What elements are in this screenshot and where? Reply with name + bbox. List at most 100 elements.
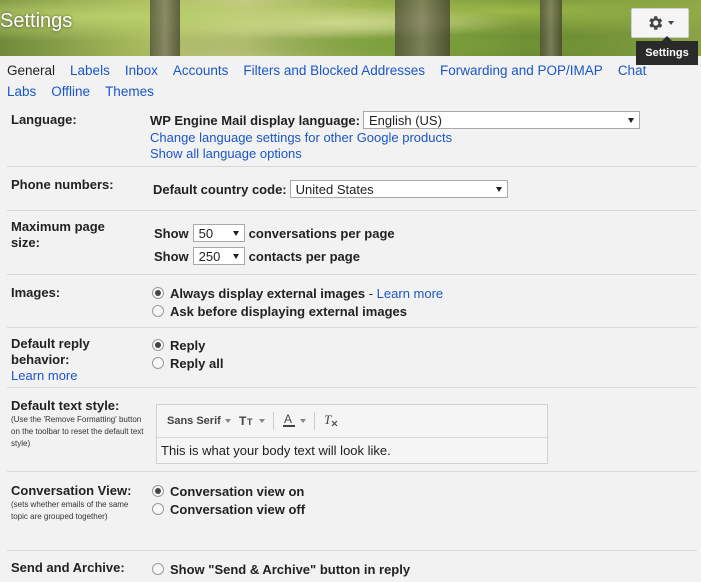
send-archive-content: Show "Send & Archive" button in reply xyxy=(152,560,410,578)
reply-all-option[interactable]: Reply all xyxy=(152,354,223,372)
ask-before-images-option[interactable]: Ask before displaying external images xyxy=(152,302,443,320)
reply-content: Reply Reply all xyxy=(152,336,223,372)
svg-text:T: T xyxy=(247,417,253,426)
tab-themes[interactable]: Themes xyxy=(105,84,154,99)
conversation-view-note: (sets whether emails of the same topic a… xyxy=(11,500,129,521)
page-size-label-line1: Maximum page xyxy=(11,219,105,234)
page-size-label-line2: size: xyxy=(11,235,40,250)
images-learn-more-link[interactable]: Learn more xyxy=(377,286,443,301)
conversation-content: Conversation view on Conversation view o… xyxy=(152,482,305,518)
language-select-value: English (US) xyxy=(368,112,442,128)
background-tree-trunk xyxy=(395,0,450,56)
conversation-view-off-option[interactable]: Conversation view off xyxy=(152,500,305,518)
toolbar-divider xyxy=(313,412,315,430)
formatting-toolbar: Sans Serif TT A T xyxy=(157,405,547,438)
font-size-icon: TT xyxy=(239,414,255,429)
reply-label-line1: Default reply xyxy=(11,336,90,351)
page-size-content: Show 50 conversations per page Show 250 … xyxy=(154,222,395,267)
tab-row-1: General Labels Inbox Accounts Filters an… xyxy=(7,60,701,81)
show-send-archive-option[interactable]: Show "Send & Archive" button in reply xyxy=(152,560,410,578)
font-family-dropdown[interactable]: Sans Serif xyxy=(167,415,231,427)
text-style-label: Default text style: xyxy=(11,398,120,413)
separator-dash: - xyxy=(365,285,377,301)
country-code-text: Default country code: xyxy=(153,181,287,197)
radio-unselected[interactable] xyxy=(152,503,164,515)
tab-chat[interactable]: Chat xyxy=(618,63,647,78)
tab-filters[interactable]: Filters and Blocked Addresses xyxy=(243,63,425,78)
tab-labs[interactable]: Labs xyxy=(7,84,36,99)
show-send-archive-text: Show "Send & Archive" button in reply xyxy=(170,561,411,577)
tab-row-2: Labs Offline Themes xyxy=(7,81,701,102)
display-language-text: WP Engine Mail display language: xyxy=(150,112,360,128)
tab-inbox[interactable]: Inbox xyxy=(125,63,158,78)
language-select[interactable]: English (US) xyxy=(362,111,640,129)
show-label: Show xyxy=(154,225,189,241)
reply-all-text: Reply all xyxy=(170,355,224,371)
reply-text: Reply xyxy=(170,337,206,353)
page-size-label: Maximum page size: xyxy=(11,219,105,251)
radio-unselected[interactable] xyxy=(152,305,164,317)
remove-formatting-icon: T xyxy=(323,412,339,430)
reply-row: Default reply behavior: Learn more Reply… xyxy=(7,329,697,388)
chevron-down-icon xyxy=(495,186,502,192)
radio-selected[interactable] xyxy=(152,485,164,497)
contacts-per-page-text: contacts per page xyxy=(248,248,360,264)
phone-row: Phone numbers: Default country code: Uni… xyxy=(7,168,697,211)
chevron-down-icon xyxy=(627,117,634,123)
send-archive-label: Send and Archive: xyxy=(11,560,125,575)
text-style-row: Default text style: (Use the 'Remove For… xyxy=(7,389,697,472)
show-all-languages-link[interactable]: Show all language options xyxy=(150,146,640,161)
conversations-per-page-value: 50 xyxy=(198,225,214,241)
tab-accounts[interactable]: Accounts xyxy=(173,63,229,78)
reply-learn-more-link[interactable]: Learn more xyxy=(11,368,90,384)
chevron-down-icon xyxy=(232,253,239,259)
images-label: Images: xyxy=(11,285,61,300)
svg-text:A: A xyxy=(284,412,292,426)
chevron-down-icon xyxy=(258,419,265,423)
conversation-view-on-option[interactable]: Conversation view on xyxy=(152,482,305,500)
country-code-select[interactable]: United States xyxy=(289,180,508,198)
text-style-editor: Sans Serif TT A T This is what your body… xyxy=(156,404,548,464)
contacts-per-page-value: 250 xyxy=(198,248,221,264)
settings-gear-button[interactable] xyxy=(631,8,689,38)
tab-forwarding[interactable]: Forwarding and POP/IMAP xyxy=(440,63,603,78)
conversations-per-page-text: conversations per page xyxy=(248,225,395,241)
conversation-view-on-text: Conversation view on xyxy=(170,483,305,499)
images-content: Always display external images - Learn m… xyxy=(152,284,443,320)
language-content: WP Engine Mail display language: English… xyxy=(150,111,640,161)
tab-offline[interactable]: Offline xyxy=(51,84,90,99)
country-code-value: United States xyxy=(295,181,374,197)
phone-content: Default country code: United States xyxy=(153,180,508,198)
font-size-dropdown[interactable]: TT xyxy=(239,414,265,429)
radio-selected[interactable] xyxy=(152,287,164,299)
background-tree-trunk xyxy=(540,0,562,56)
reply-option[interactable]: Reply xyxy=(152,336,223,354)
always-display-images-option[interactable]: Always display external images - Learn m… xyxy=(152,284,443,302)
radio-selected[interactable] xyxy=(152,339,164,351)
language-row: Language: WP Engine Mail display languag… xyxy=(7,106,697,167)
header-banner xyxy=(0,0,701,56)
language-label: Language: xyxy=(11,112,77,127)
conversation-view-row: Conversation View: (sets whether emails … xyxy=(7,473,697,551)
remove-formatting-button[interactable]: T xyxy=(323,412,339,430)
text-color-dropdown[interactable]: A xyxy=(282,412,306,431)
text-style-preview: This is what your body text will look li… xyxy=(161,443,391,458)
change-language-link[interactable]: Change language settings for other Googl… xyxy=(150,130,640,145)
tab-general[interactable]: General xyxy=(7,63,55,78)
page-title: Settings xyxy=(0,10,73,32)
radio-unselected[interactable] xyxy=(152,563,164,575)
svg-text:T: T xyxy=(324,413,332,427)
tab-labels[interactable]: Labels xyxy=(70,63,110,78)
background-tree-trunk xyxy=(150,0,180,56)
contacts-per-page-select[interactable]: 250 xyxy=(192,247,245,265)
gear-icon xyxy=(646,14,664,32)
reply-label-line2: behavior: xyxy=(11,352,70,367)
always-display-images-text: Always display external images xyxy=(170,285,366,301)
text-style-note: (Use the 'Remove Formatting' button on t… xyxy=(11,415,144,448)
page-size-row: Maximum page size: Show 50 conversations… xyxy=(7,212,697,275)
chevron-down-icon xyxy=(232,230,239,236)
radio-unselected[interactable] xyxy=(152,357,164,369)
conversations-per-page-select[interactable]: 50 xyxy=(192,224,245,242)
chevron-down-icon xyxy=(668,21,674,25)
text-color-icon: A xyxy=(282,412,296,431)
